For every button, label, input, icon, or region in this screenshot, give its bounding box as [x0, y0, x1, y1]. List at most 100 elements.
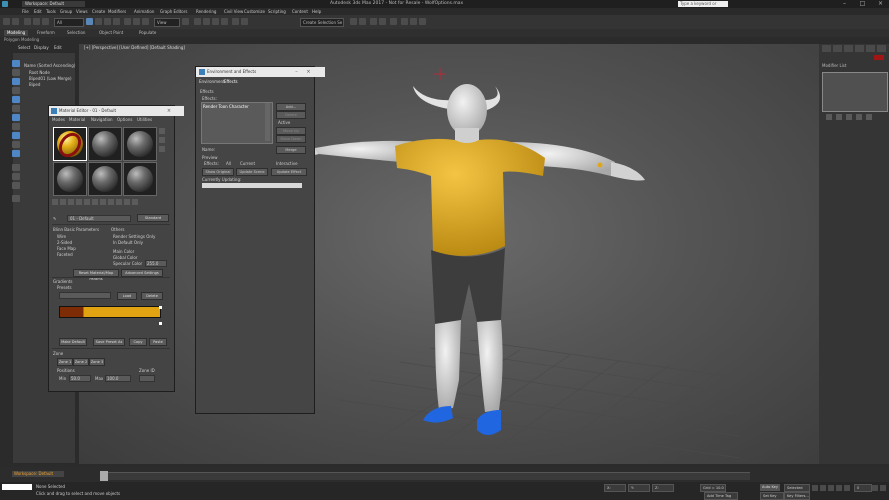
show-shaded-material-icon[interactable]	[108, 199, 114, 205]
menu-item[interactable]: Views	[76, 9, 88, 14]
effects-section-header[interactable]: Effects	[200, 89, 214, 94]
scene-explorer-icon[interactable]	[350, 18, 357, 25]
min-field[interactable]: 50.0	[69, 375, 91, 382]
render-production-icon[interactable]	[419, 18, 426, 25]
tab-environment[interactable]: Environment	[199, 79, 225, 84]
make-unique-icon[interactable]	[84, 199, 90, 205]
material-slot-1[interactable]	[53, 127, 87, 162]
configure-modifier-sets-icon[interactable]	[866, 114, 872, 120]
menu-item[interactable]: Graph Editors	[160, 9, 187, 14]
minimize-icon[interactable]: –	[836, 0, 853, 8]
pin-stack-icon[interactable]	[826, 114, 832, 120]
workspace-switcher[interactable]: Workspace: Default	[12, 471, 64, 477]
go-to-start-icon[interactable]	[812, 485, 818, 491]
interactive-checkbox[interactable]: Interactive	[276, 161, 298, 166]
load-button[interactable]: Load	[117, 292, 137, 300]
rendered-frame-window-icon[interactable]	[410, 18, 417, 25]
tab-effects[interactable]: Effects	[224, 79, 238, 84]
reset-params-button[interactable]: Reset Material/Map Params	[73, 269, 119, 281]
key-mode-dropdown[interactable]: Selected	[784, 484, 810, 492]
time-slider-handle[interactable]	[100, 471, 108, 481]
align-icon[interactable]	[241, 18, 248, 25]
menu-item[interactable]: Customize	[244, 9, 265, 14]
scene-menu-select[interactable]: Select	[18, 45, 30, 50]
move-up-button[interactable]: Move Up	[276, 127, 306, 135]
display-tab-icon[interactable]	[866, 45, 875, 52]
material-slot-6[interactable]	[123, 162, 157, 196]
scene-menu-display[interactable]: Display	[34, 45, 49, 50]
filter-icon[interactable]	[12, 195, 20, 202]
snap-toggle-icon[interactable]	[194, 18, 201, 25]
scene-row[interactable]: Biped	[29, 82, 40, 87]
section-header[interactable]: Blinn Basic Parameters	[53, 227, 99, 232]
background-icon[interactable]	[159, 146, 165, 152]
tab-populate[interactable]: Populate	[136, 30, 159, 36]
play-icon[interactable]	[828, 485, 834, 491]
rectangular-selection-icon[interactable]	[104, 18, 111, 25]
menu-item[interactable]: Group	[60, 9, 72, 14]
spinner-snap-icon[interactable]	[221, 18, 228, 25]
menu-utilities[interactable]: Utilities	[137, 117, 152, 122]
zone-id-field[interactable]	[139, 375, 155, 382]
select-object-icon[interactable]	[86, 18, 93, 25]
display-xrefs-icon[interactable]	[12, 132, 20, 139]
display-geometry-icon[interactable]	[12, 69, 20, 76]
list-item[interactable]: Render Toon Character	[203, 104, 249, 109]
tab-freeform[interactable]: Freeform	[34, 30, 58, 36]
maxscript-listener-input[interactable]	[2, 484, 32, 490]
all-radio[interactable]: All	[226, 161, 231, 166]
modifier-list-dropdown[interactable]: Modifier List	[822, 63, 846, 68]
modifier-stack[interactable]	[822, 72, 888, 112]
previous-frame-icon[interactable]	[820, 485, 826, 491]
paste-button[interactable]: Paste	[149, 338, 167, 346]
presets-dropdown[interactable]	[59, 292, 111, 299]
select-scale-icon[interactable]	[142, 18, 149, 25]
time-slider-track[interactable]	[100, 472, 750, 480]
display-groups-icon[interactable]	[12, 123, 20, 130]
utilities-tab-icon[interactable]	[877, 45, 886, 52]
display-spacewarps-icon[interactable]	[12, 114, 20, 121]
tab-object-paint[interactable]: Object Paint	[96, 30, 126, 36]
hierarchy-tab-icon[interactable]	[844, 45, 853, 52]
display-helpers-icon[interactable]	[12, 105, 20, 112]
material-editor-icon[interactable]	[390, 18, 397, 25]
backlight-icon[interactable]	[159, 137, 165, 143]
curve-editor-icon[interactable]	[370, 18, 377, 25]
zone-header[interactable]: Zone	[53, 351, 63, 356]
workspace-selector[interactable]: Workspace: Default	[22, 1, 85, 7]
gradient-flag-icon[interactable]	[159, 306, 162, 309]
display-containers-icon[interactable]	[12, 150, 20, 157]
auto-key-button[interactable]: Auto Key	[760, 484, 780, 491]
scene-row[interactable]: Biped01 (Low Merge)	[29, 76, 72, 81]
window-crossing-icon[interactable]	[113, 18, 120, 25]
zoom-extents-icon[interactable]	[872, 485, 878, 491]
material-slot-4[interactable]	[53, 162, 87, 196]
update-scene-button[interactable]: Update Scene	[236, 168, 268, 176]
show-end-result-icon[interactable]	[116, 199, 122, 205]
material-slot-2[interactable]	[88, 127, 122, 161]
create-tab-icon[interactable]	[822, 45, 831, 52]
current-frame-field[interactable]: 0	[854, 484, 872, 492]
next-frame-icon[interactable]	[836, 485, 842, 491]
faceted-checkbox[interactable]: Faceted	[57, 252, 73, 257]
gradient-flag-icon[interactable]	[159, 322, 162, 325]
scene-menu-edit[interactable]: Edit	[54, 45, 62, 50]
unlink-icon[interactable]	[33, 18, 40, 25]
modify-tab-icon[interactable]	[833, 45, 842, 52]
close-icon[interactable]: ×	[164, 106, 174, 116]
material-slot-3[interactable]	[123, 127, 157, 161]
menu-material[interactable]: Material	[69, 117, 85, 122]
menu-item[interactable]: Rendering	[196, 9, 216, 14]
character-model[interactable]	[305, 80, 660, 445]
add-time-tag-button[interactable]: Add Time Tag	[704, 492, 738, 500]
redo-icon[interactable]	[12, 18, 19, 25]
render-settings-checkbox[interactable]: Render Settings Only	[113, 234, 155, 239]
maximize-icon[interactable]: □	[854, 0, 871, 8]
tab-modeling[interactable]: Modeling	[4, 30, 29, 36]
material-slot-5[interactable]	[88, 162, 122, 196]
pick-material-icon[interactable]: ✎	[53, 216, 56, 221]
undo-icon[interactable]	[3, 18, 10, 25]
render-setup-icon[interactable]	[401, 18, 408, 25]
menu-item[interactable]: Content	[292, 9, 308, 14]
gradients-header[interactable]: Gradients	[53, 279, 73, 284]
